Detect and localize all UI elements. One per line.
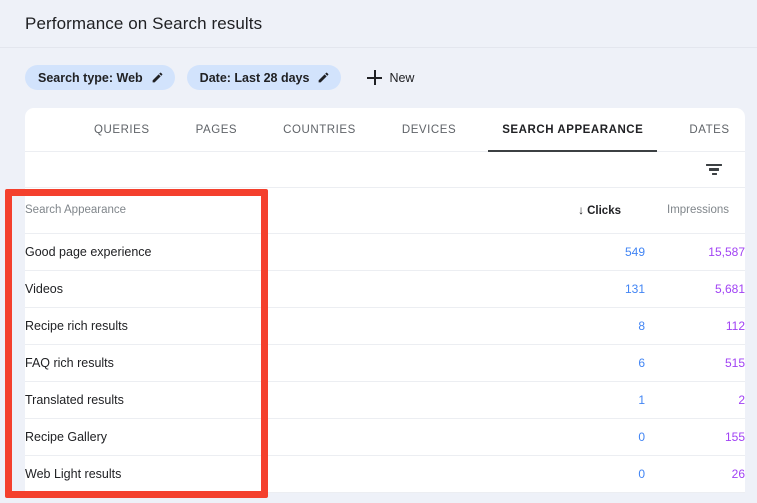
table-row[interactable]: Recipe rich results 8 112 bbox=[25, 307, 745, 345]
cell-search-appearance: Recipe rich results bbox=[25, 307, 355, 345]
cell-impressions: 5,681 bbox=[645, 270, 745, 308]
pencil-icon[interactable] bbox=[151, 71, 164, 84]
cell-search-appearance: Recipe Gallery bbox=[25, 418, 355, 456]
cell-search-appearance: Good page experience bbox=[25, 233, 355, 271]
filter-chip-search-type-label: Search type: Web bbox=[38, 70, 143, 85]
filter-chip-date[interactable]: Date: Last 28 days bbox=[186, 65, 342, 90]
filter-bar: Search type: Web Date: Last 28 days New bbox=[0, 48, 757, 107]
cell-spacer bbox=[355, 381, 525, 419]
page-header: Performance on Search results bbox=[0, 0, 757, 48]
cell-impressions: 26 bbox=[645, 455, 745, 493]
column-header-impressions[interactable]: Impressions bbox=[645, 188, 745, 234]
cell-impressions: 515 bbox=[645, 344, 745, 382]
cell-spacer bbox=[355, 270, 525, 308]
plus-icon bbox=[367, 70, 383, 85]
table-body: Good page experience 549 15,587 Videos 1… bbox=[25, 233, 745, 493]
table-row[interactable]: Translated results 1 2 bbox=[25, 381, 745, 419]
cell-impressions: 112 bbox=[645, 307, 745, 345]
cell-search-appearance: Web Light results bbox=[25, 455, 355, 493]
tab-dates[interactable]: DATES bbox=[666, 108, 745, 151]
cell-impressions: 155 bbox=[645, 418, 745, 456]
tab-pages[interactable]: PAGES bbox=[173, 108, 261, 151]
cell-impressions: 2 bbox=[645, 381, 745, 419]
add-new-filter-label: New bbox=[389, 70, 415, 85]
table-header-row: Search Appearance ↓ Clicks Impressions bbox=[25, 188, 745, 234]
cell-impressions: 15,587 bbox=[645, 233, 745, 271]
cell-spacer bbox=[355, 307, 525, 345]
funnel-bar-top bbox=[706, 163, 722, 167]
tab-countries-label: COUNTRIES bbox=[283, 123, 356, 136]
funnel-bar-bottom bbox=[711, 172, 717, 176]
performance-card: QUERIES PAGES COUNTRIES DEVICES SEARCH A… bbox=[25, 108, 745, 493]
performance-table: Search Appearance ↓ Clicks Impressions Go… bbox=[25, 188, 745, 493]
cell-search-appearance: FAQ rich results bbox=[25, 344, 355, 382]
filter-chip-search-type[interactable]: Search type: Web bbox=[25, 65, 175, 90]
tab-devices[interactable]: DEVICES bbox=[379, 108, 479, 151]
tab-devices-label: DEVICES bbox=[401, 123, 457, 136]
cell-clicks: 131 bbox=[525, 270, 645, 308]
tab-dates-label: DATES bbox=[689, 123, 730, 136]
cell-clicks: 549 bbox=[525, 233, 645, 271]
cell-clicks: 8 bbox=[525, 307, 645, 345]
table-row[interactable]: Web Light results 0 26 bbox=[25, 455, 745, 493]
add-new-filter-button[interactable]: New bbox=[363, 67, 418, 88]
tab-search-appearance[interactable]: SEARCH APPEARANCE bbox=[479, 108, 666, 152]
funnel-bar-middle bbox=[709, 168, 719, 171]
page-title: Performance on Search results bbox=[25, 13, 263, 33]
column-header-clicks[interactable]: ↓ Clicks bbox=[525, 188, 645, 234]
table-row[interactable]: FAQ rich results 6 515 bbox=[25, 344, 745, 382]
column-header-impressions-label: Impressions bbox=[667, 204, 729, 217]
tab-queries-label: QUERIES bbox=[94, 123, 150, 136]
cell-clicks: 0 bbox=[525, 418, 645, 456]
filter-funnel-icon[interactable] bbox=[705, 163, 723, 177]
cell-clicks: 1 bbox=[525, 381, 645, 419]
filter-chip-date-label: Date: Last 28 days bbox=[199, 70, 310, 85]
cell-spacer bbox=[355, 344, 525, 382]
cell-clicks: 0 bbox=[525, 455, 645, 493]
tab-pages-label: PAGES bbox=[195, 123, 238, 136]
tab-queries[interactable]: QUERIES bbox=[71, 108, 173, 151]
cell-search-appearance: Translated results bbox=[25, 381, 355, 419]
sort-descending-icon: ↓ bbox=[578, 203, 585, 218]
cell-clicks: 6 bbox=[525, 344, 645, 382]
cell-spacer bbox=[355, 233, 525, 271]
column-header-search-appearance[interactable]: Search Appearance bbox=[25, 188, 355, 234]
table-row[interactable]: Videos 131 5,681 bbox=[25, 270, 745, 308]
tab-bar: QUERIES PAGES COUNTRIES DEVICES SEARCH A… bbox=[25, 108, 745, 152]
column-header-spacer bbox=[355, 188, 525, 234]
cell-spacer bbox=[355, 418, 525, 456]
table-row[interactable]: Recipe Gallery 0 155 bbox=[25, 418, 745, 456]
column-header-clicks-label: Clicks bbox=[587, 205, 621, 218]
table-row[interactable]: Good page experience 549 15,587 bbox=[25, 233, 745, 271]
cell-search-appearance: Videos bbox=[25, 270, 355, 308]
cell-spacer bbox=[355, 455, 525, 493]
tab-countries[interactable]: COUNTRIES bbox=[260, 108, 379, 151]
tab-search-appearance-label: SEARCH APPEARANCE bbox=[502, 123, 644, 136]
pencil-icon[interactable] bbox=[317, 71, 330, 84]
table-toolbar bbox=[25, 152, 745, 188]
